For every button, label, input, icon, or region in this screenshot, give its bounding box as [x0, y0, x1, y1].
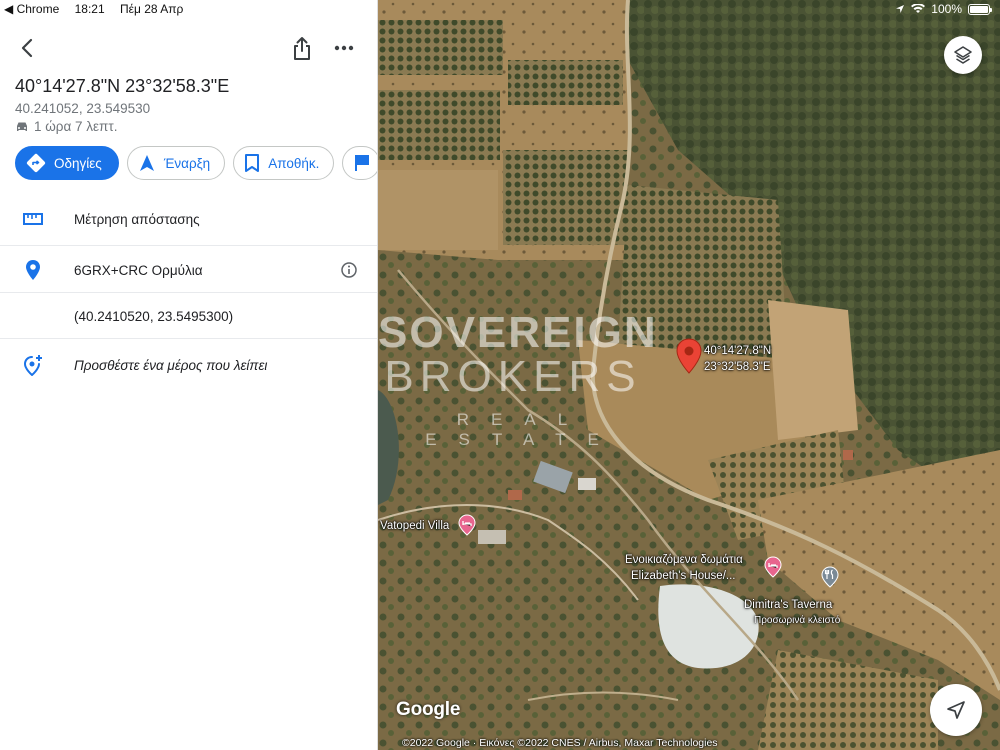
watermark-line1: SOVEREIGN — [378, 308, 658, 357]
battery-percent: 100% — [931, 2, 962, 16]
add-missing-place-label: Προσθέστε ένα μέρος που λείπει — [74, 357, 268, 373]
status-time: 18:21 — [74, 2, 105, 16]
watermark-line3: REAL ESTATE — [425, 410, 621, 449]
share-icon[interactable] — [290, 36, 314, 62]
hotel-pin-icon[interactable] — [458, 514, 476, 536]
directions-icon — [26, 153, 46, 173]
divider — [0, 245, 377, 246]
add-location-icon — [22, 354, 44, 376]
navigation-arrow-icon — [947, 701, 965, 719]
directions-label: Οδηγίες — [54, 155, 102, 171]
more-options-icon[interactable] — [332, 38, 356, 58]
poi-label-taverna[interactable]: Dimitra's Taverna — [744, 599, 832, 611]
pin-label-lng: 23°32'58.3"E — [704, 361, 771, 373]
coordinates-text: (40.2410520, 23.5495300) — [74, 308, 234, 324]
coordinates-row[interactable]: (40.2410520, 23.5495300) — [0, 305, 377, 327]
start-navigation-button[interactable]: Έναρξη — [126, 146, 226, 180]
plus-code-text: 6GRX+CRC Ορμύλια — [74, 262, 203, 278]
drive-time: 1 ώρα 7 λεπτ. — [15, 119, 117, 134]
location-arrow-icon — [896, 5, 905, 13]
back-arrow-icon[interactable] — [16, 36, 40, 60]
status-bar: ◀ Chrome 18:21 Πέμ 28 Απρ 100% — [0, 0, 1000, 18]
watermark-line2: BROKERS — [384, 352, 642, 401]
add-missing-place-row[interactable]: Προσθέστε ένα μέρος που λείπει — [0, 353, 377, 377]
bookmark-icon — [245, 154, 260, 172]
action-chips: Οδηγίες Έναρξη Αποθήκ. — [15, 146, 377, 180]
poi-label-taverna-status: Προσωρινά κλειστό — [754, 615, 841, 626]
poi-label-rooms-line2[interactable]: Elizabeth's House/... — [631, 570, 735, 582]
layers-icon — [954, 46, 972, 64]
car-icon — [17, 122, 27, 131]
drive-time-text: 1 ώρα 7 λεπτ. — [34, 119, 118, 134]
ruler-icon — [22, 208, 44, 230]
watermark: SOVEREIGN BROKERS REAL ESTATE — [378, 308, 658, 450]
directions-button[interactable]: Οδηγίες — [15, 146, 119, 180]
divider — [0, 292, 377, 293]
restaurant-pin-icon[interactable] — [821, 566, 839, 588]
place-title: 40°14'27.8"N 23°32'58.3"E — [15, 76, 230, 96]
save-button[interactable]: Αποθήκ. — [233, 146, 335, 180]
my-location-button[interactable] — [930, 684, 982, 736]
location-pin-icon — [22, 259, 44, 281]
map-layers-button[interactable] — [944, 36, 982, 74]
flag-icon — [355, 155, 370, 171]
save-label: Αποθήκ. — [268, 155, 320, 171]
start-label: Έναρξη — [163, 155, 211, 171]
satellite-map[interactable]: SOVEREIGN BROKERS REAL ESTATE 40°14'27.8… — [378, 0, 1000, 750]
status-date: Πέμ 28 Απρ — [119, 2, 184, 16]
google-logo: Google — [396, 699, 461, 720]
label-button[interactable] — [342, 146, 377, 180]
navigation-arrow-icon — [139, 155, 154, 171]
decimal-coordinates: 40.241052, 23.549530 — [15, 101, 151, 116]
hotel-pin-icon[interactable] — [764, 556, 782, 578]
measure-distance-row[interactable]: Μέτρηση απόστασης — [0, 207, 377, 231]
wifi-icon — [911, 4, 926, 13]
pin-label-lat: 40°14'27.8"N — [704, 345, 772, 357]
plus-code-row[interactable]: 6GRX+CRC Ορμύλια — [0, 258, 377, 282]
back-to-app-link[interactable]: ◀ Chrome — [4, 2, 59, 16]
poi-label-vatopedi-villa[interactable]: Vatopedi Villa — [380, 520, 449, 532]
map-copyright: ©2022 Google · Εικόνες ©2022 CNES / Airb… — [402, 737, 718, 749]
divider — [0, 338, 377, 339]
place-panel: 40°14'27.8"N 23°32'58.3"E 40.241052, 23.… — [0, 0, 378, 750]
dropped-pin-icon[interactable] — [676, 338, 702, 374]
poi-label-rooms-line1[interactable]: Ενοικιαζόμενα δωμάτια — [625, 554, 743, 566]
battery-icon — [968, 3, 992, 15]
info-icon[interactable] — [340, 261, 358, 279]
measure-distance-label: Μέτρηση απόστασης — [74, 211, 200, 227]
